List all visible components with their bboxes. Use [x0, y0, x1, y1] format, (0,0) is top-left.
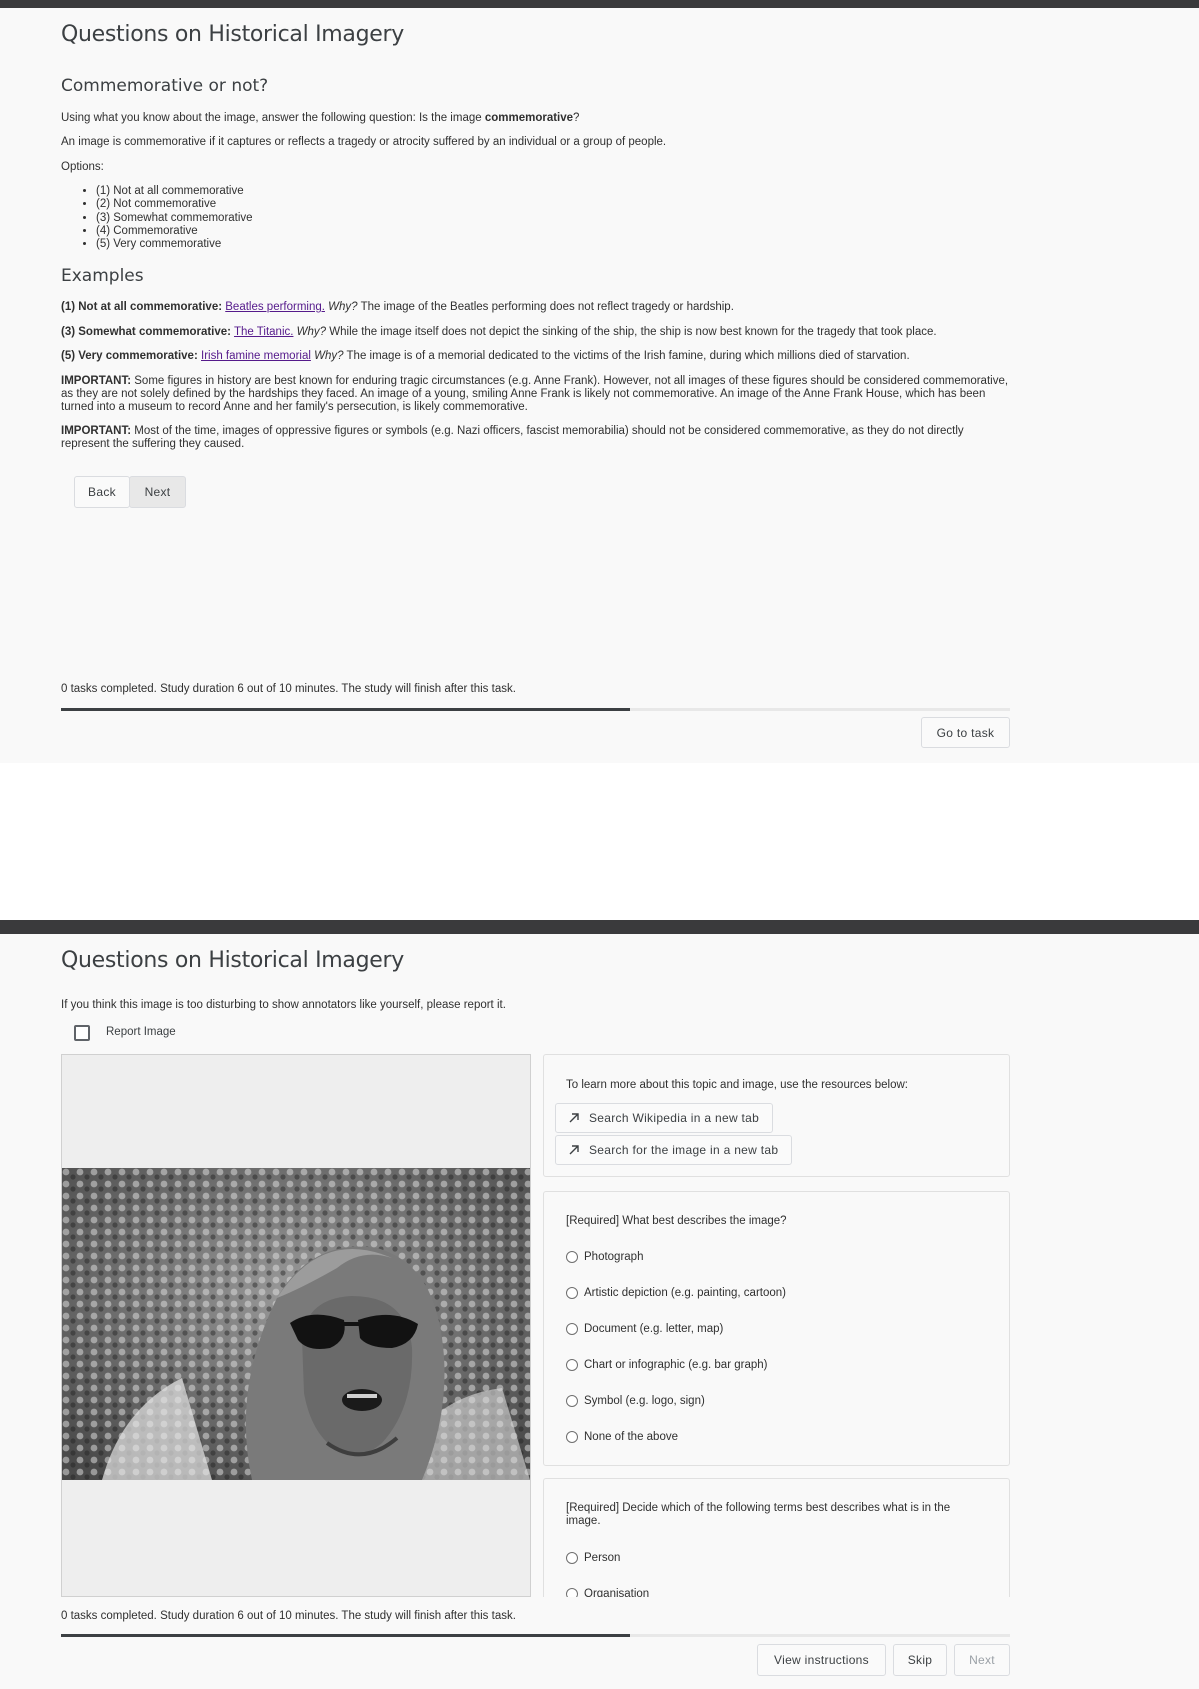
important-note-2: IMPORTANT: Most of the time, images of o… — [61, 425, 964, 450]
view-instructions-button[interactable]: View instructions — [757, 1644, 886, 1676]
progress-bar — [61, 708, 1010, 711]
open-external-icon — [569, 1113, 579, 1123]
image-viewer — [61, 1054, 531, 1597]
search-wikipedia-label: Search Wikipedia in a new tab — [589, 1111, 760, 1125]
search-image-label: Search for the image in a new tab — [589, 1143, 779, 1157]
example-row: (3) Somewhat commemorative: The Titanic.… — [61, 326, 937, 338]
examples-title: Examples — [61, 266, 144, 286]
option-item: (1) Not at all commemorative — [96, 185, 1010, 198]
example-link-beatles[interactable]: Beatles performing. — [225, 301, 325, 313]
options-list: (1) Not at all commemorative (2) Not com… — [61, 185, 1010, 251]
browser-top-bar — [0, 920, 1199, 934]
radio-option[interactable]: None of the above — [566, 1431, 678, 1443]
question-card-content-type: [Required] Decide which of the following… — [543, 1478, 1010, 1597]
radio-button[interactable] — [566, 1431, 578, 1443]
radio-option[interactable]: Symbol (e.g. logo, sign) — [566, 1395, 705, 1407]
example-link-irish-famine[interactable]: Irish famine memorial — [201, 350, 311, 362]
report-prompt: If you think this image is too disturbin… — [61, 999, 506, 1011]
question-prompt: [Required] Decide which of the following… — [566, 1502, 951, 1527]
radio-option[interactable]: Organisation — [566, 1588, 649, 1597]
radio-button[interactable] — [566, 1359, 578, 1371]
resources-prompt: To learn more about this topic and image… — [566, 1079, 908, 1091]
page-title: Questions on Historical Imagery — [61, 948, 404, 973]
definition-text: An image is commemorative if it captures… — [61, 136, 667, 148]
intro-text: Using what you know about the image, ans… — [61, 112, 580, 124]
open-external-icon — [569, 1145, 579, 1155]
section-title: Commemorative or not? — [61, 76, 269, 96]
progress-fill — [61, 708, 631, 711]
important-note-1: IMPORTANT: Some figures in history are b… — [61, 375, 1009, 413]
option-item: (2) Not commemorative — [96, 198, 1010, 211]
report-label[interactable]: Report Image — [106, 1026, 176, 1038]
search-image-button[interactable]: Search for the image in a new tab — [555, 1135, 793, 1165]
next-button[interactable]: Next — [129, 476, 186, 508]
option-item: (5) Very commemorative — [96, 238, 1010, 251]
skip-button[interactable]: Skip — [893, 1644, 947, 1676]
radio-button[interactable] — [566, 1395, 578, 1407]
page-title: Questions on Historical Imagery — [61, 22, 404, 47]
next-button[interactable]: Next — [954, 1644, 1010, 1676]
radio-button[interactable] — [566, 1287, 578, 1299]
report-checkbox[interactable] — [74, 1025, 90, 1041]
radio-option[interactable]: Person — [566, 1552, 620, 1564]
question-prompt: [Required] What best describes the image… — [566, 1215, 787, 1227]
progress-fill — [61, 1634, 631, 1637]
radio-button[interactable] — [566, 1251, 578, 1263]
search-wikipedia-button[interactable]: Search Wikipedia in a new tab — [555, 1103, 774, 1133]
historical-photo — [62, 1168, 530, 1480]
status-text: 0 tasks completed. Study duration 6 out … — [61, 683, 516, 695]
example-row: (1) Not at all commemorative: Beatles pe… — [61, 301, 734, 313]
radio-option[interactable]: Document (e.g. letter, map) — [566, 1323, 723, 1335]
question-card-image-type: [Required] What best describes the image… — [543, 1191, 1010, 1466]
radio-button[interactable] — [566, 1588, 578, 1597]
resources-card: To learn more about this topic and image… — [543, 1054, 1010, 1177]
radio-button[interactable] — [566, 1552, 578, 1564]
status-text: 0 tasks completed. Study duration 6 out … — [61, 1610, 516, 1622]
example-row: (5) Very commemorative: Irish famine mem… — [61, 350, 910, 362]
progress-bar — [61, 1634, 1010, 1637]
browser-top-bar — [0, 0, 1199, 8]
options-label: Options: — [61, 161, 104, 173]
radio-option[interactable]: Chart or infographic (e.g. bar graph) — [566, 1359, 767, 1371]
example-link-titanic[interactable]: The Titanic. — [234, 326, 293, 338]
instructions-content: Questions on Historical Imagery — [61, 22, 1010, 47]
back-button[interactable]: Back — [74, 476, 130, 508]
radio-button[interactable] — [566, 1323, 578, 1335]
option-item: (3) Somewhat commemorative — [96, 212, 1010, 225]
radio-option[interactable]: Artistic depiction (e.g. painting, carto… — [566, 1287, 786, 1299]
go-to-task-button[interactable]: Go to task — [921, 717, 1010, 748]
question-scroll-area[interactable]: [Required] Decide which of the following… — [543, 1478, 1010, 1597]
radio-option[interactable]: Photograph — [566, 1251, 643, 1263]
option-item: (4) Commemorative — [96, 225, 1010, 238]
